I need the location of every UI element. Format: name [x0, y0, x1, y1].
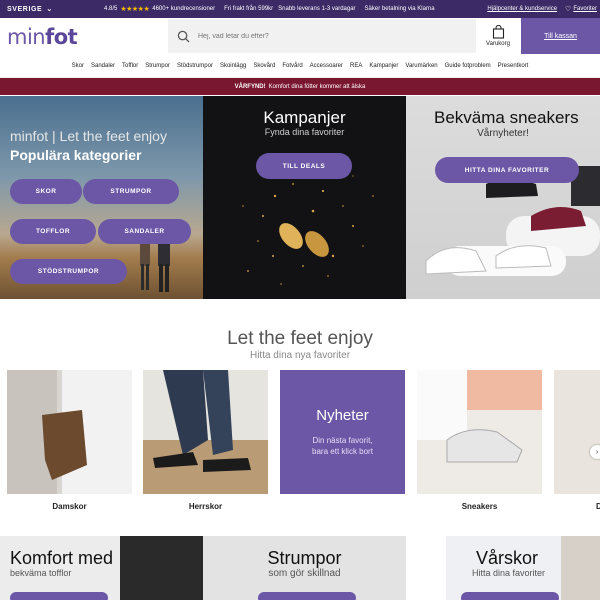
banner-tofflor[interactable]: Komfort med bekväma tofflor [0, 536, 203, 600]
rating-stars-icon: ★★★★★ [120, 6, 150, 13]
hero-eyebrow: minfot | Let the feet enjoy [10, 128, 167, 144]
find-favorites-button[interactable]: HITTA DINA FAVORITER [435, 157, 579, 183]
category-card-partial[interactable] [554, 370, 600, 494]
usp-payment: Säker betalning via Klarna [364, 6, 435, 12]
logo-part-bold: fot [45, 25, 78, 49]
rating-score: 4.8/5 [104, 6, 118, 12]
nav-item-stodstrumpor[interactable]: Stödstrumpor [177, 63, 213, 69]
usp-shipping: Fri frakt från 599kr [224, 6, 274, 12]
favorites-link[interactable]: ♡ Favoriter [565, 5, 597, 13]
nav-item-fotvard[interactable]: Fotvård [282, 63, 302, 69]
cart-button[interactable]: Varukorg [476, 18, 520, 54]
banner-varskor[interactable]: Vårskor Hitta dina favoriter [406, 536, 600, 600]
nyheter-text: Din nästa favorit, bara ett klick bort [312, 436, 373, 457]
country-selector[interactable]: SVERIGE ⌄ [0, 5, 64, 14]
main-nav: Skor Sandaler Tofflor Strumpor Stödstrum… [0, 54, 600, 78]
deals-button[interactable]: TILL DEALS [256, 153, 352, 179]
favorites-label: Favoriter [573, 6, 597, 12]
section-title: Let the feet enjoy [227, 328, 373, 349]
category-button-tofflor[interactable]: TOFFLOR [10, 219, 96, 244]
promo-text: Komfort dina fötter kommer att älska [268, 83, 366, 90]
campaigns-subtitle: Fynda dina favoriter [264, 127, 345, 137]
nav-item-strumpor[interactable]: Strumpor [145, 63, 170, 69]
section-subtitle: Hitta dina nya favoriter [249, 350, 351, 361]
cart-label: Varukorg [486, 41, 510, 47]
banner-tofflor-button[interactable] [10, 592, 108, 600]
sneaker-image [417, 370, 542, 463]
card-label-damskor: Damskor [52, 502, 87, 511]
card-label-partial: D [596, 502, 600, 511]
banner-strumpor-title: Strumpor [267, 548, 342, 568]
nav-item-rea[interactable]: REA [350, 63, 362, 69]
shopping-bag-icon [492, 25, 504, 39]
hero-categories: minfot | Let the feet enjoy Populära kat… [0, 96, 203, 299]
banner-strumpor[interactable]: Strumpor som gör skillnad [203, 536, 406, 600]
sneakers-subtitle: Vårnyheter! [477, 128, 529, 139]
hero-sneakers[interactable]: Bekväma sneakers Vårnyheter! HITTA DINA … [406, 96, 600, 299]
nav-item-tofflor[interactable]: Tofflor [122, 63, 138, 69]
heart-icon: ♡ [565, 6, 572, 13]
hero-campaigns[interactable]: Kampanjer Fynda dina favoriter TILL DEAL… [203, 96, 406, 299]
nav-item-skoinlagg[interactable]: Skoinlägg [220, 63, 246, 69]
nav-item-varumarken[interactable]: Varumärken [405, 63, 437, 69]
chevron-down-icon: ⌄ [46, 6, 53, 13]
banner-varskor-title: Vårskor [476, 548, 539, 568]
card-label-herrskor: Herrskor [188, 502, 223, 511]
banner-tofflor-subtitle: bekväma tofflor [10, 568, 72, 578]
search-icon[interactable] [168, 19, 198, 53]
nyheter-title: Nyheter [316, 407, 369, 424]
nav-item-skovard[interactable]: Skovård [253, 63, 275, 69]
logo[interactable]: minfot [7, 25, 78, 49]
search-bar [168, 19, 476, 53]
banner-strumpor-button[interactable] [258, 592, 356, 600]
banner-tofflor-title: Komfort med [10, 548, 114, 568]
card-label-sneakers: Sneakers [461, 502, 498, 511]
category-card-damskor[interactable] [7, 370, 132, 494]
nav-item-guide[interactable]: Guide fotproblem [445, 63, 491, 69]
header: minfot Varukorg Till kassan [0, 18, 600, 54]
nav-item-sandaler[interactable]: Sandaler [91, 63, 115, 69]
search-input[interactable] [198, 32, 458, 40]
nav-item-presentkort[interactable]: Presentkort [498, 63, 529, 69]
category-button-strumpor[interactable]: STRUMPOR [83, 179, 179, 204]
nav-item-kampanjer[interactable]: Kampanjer [369, 63, 398, 69]
category-card-herrskor[interactable] [143, 370, 268, 494]
promo-bold: VÅRFYND! [234, 83, 266, 90]
category-button-skor[interactable]: SKOR [10, 179, 82, 204]
country-label: SVERIGE [7, 5, 43, 13]
help-link[interactable]: Hjälpcenter & kundservice [487, 6, 557, 12]
usp-delivery: Snabb leverans 1-3 vardagar [278, 6, 356, 12]
nav-item-accessoarer[interactable]: Accessoarer [310, 63, 343, 69]
category-button-stodstrumpor[interactable]: STÖDSTRUMPOR [10, 259, 127, 284]
carousel-next-icon[interactable]: › [590, 445, 600, 459]
category-card-sneakers[interactable] [417, 370, 542, 494]
banner-varskor-button[interactable] [461, 592, 559, 600]
checkout-label: Till kassan [544, 32, 577, 40]
checkout-button[interactable]: Till kassan [521, 18, 600, 54]
sneakers-title: Bekväma sneakers [434, 108, 579, 127]
promo-banner[interactable]: VÅRFYND! Komfort dina fötter kommer att … [0, 78, 600, 95]
nav-item-skor[interactable]: Skor [72, 63, 84, 69]
hero-title: Populära kategorier [10, 147, 142, 163]
campaigns-title: Kampanjer [263, 108, 346, 127]
banner-varskor-subtitle: Hitta dina favoriter [472, 568, 546, 578]
category-button-sandaler[interactable]: SANDALER [98, 219, 191, 244]
top-bar: SVERIGE ⌄ 4.8/5 ★★★★★ 4600+ kundrecensio… [0, 0, 600, 18]
logo-part-light: min [7, 25, 46, 49]
banner-strumpor-subtitle: som gör skillnad [268, 568, 341, 579]
review-count: 4600+ kundrecensioner [152, 6, 216, 12]
men-shoes-image [143, 370, 268, 494]
category-card-nyheter[interactable]: Nyheter Din nästa favorit, bara ett klic… [280, 370, 405, 494]
boot-image [7, 370, 132, 494]
